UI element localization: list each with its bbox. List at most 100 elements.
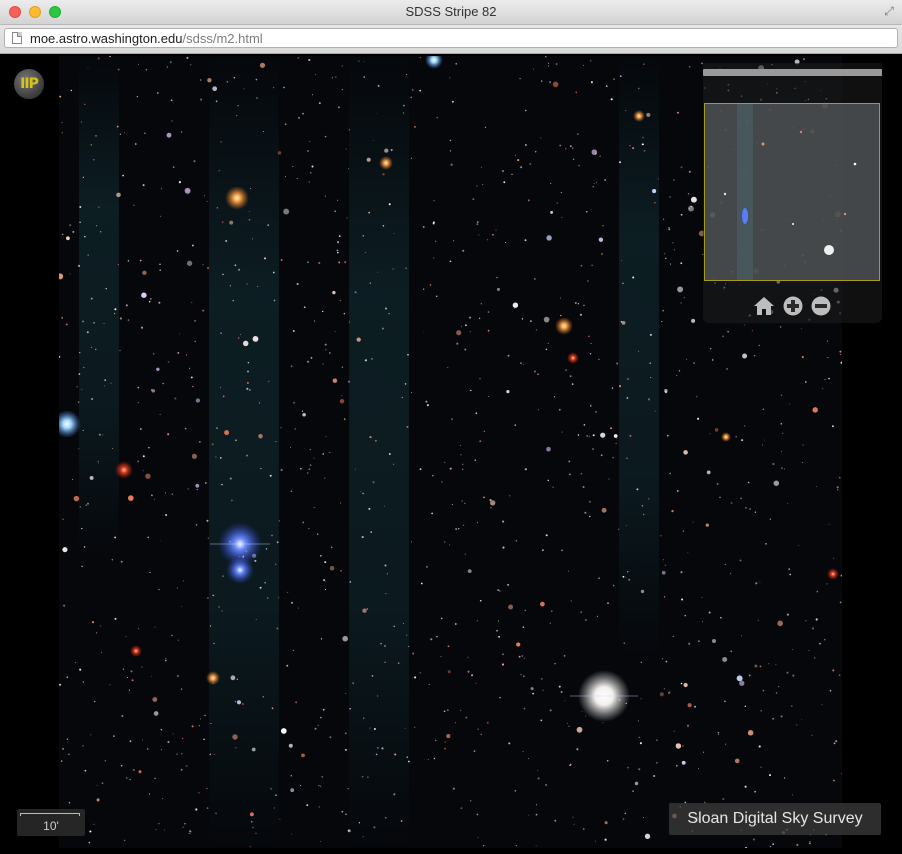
star — [177, 639, 179, 641]
star — [291, 833, 293, 835]
star — [297, 57, 299, 59]
image-viewer[interactable]: IIP 10' Sloan Digital Sky Survey — [2, 56, 900, 848]
star — [809, 840, 811, 842]
zoom-out-icon[interactable] — [810, 295, 832, 317]
star — [479, 440, 482, 443]
star — [583, 64, 584, 66]
nebula-streak — [209, 56, 279, 848]
star — [664, 564, 667, 566]
star — [724, 564, 726, 565]
star — [730, 650, 733, 653]
star — [120, 764, 123, 767]
star — [182, 826, 184, 828]
star — [234, 439, 237, 442]
star — [186, 260, 193, 266]
star — [669, 263, 672, 265]
zoom-in-icon[interactable] — [782, 295, 804, 317]
home-icon[interactable] — [753, 295, 775, 317]
star — [318, 261, 321, 265]
star — [258, 433, 263, 439]
star — [124, 839, 126, 841]
star — [665, 257, 667, 260]
star — [583, 828, 585, 830]
star — [673, 249, 676, 251]
star — [444, 541, 446, 543]
star — [207, 537, 209, 539]
star — [98, 433, 101, 436]
star — [81, 121, 83, 123]
star — [272, 271, 275, 274]
star — [592, 434, 595, 437]
star — [433, 757, 436, 760]
star — [613, 78, 615, 80]
star — [551, 610, 553, 612]
star — [495, 229, 497, 231]
star — [79, 221, 81, 224]
star — [148, 446, 150, 449]
star — [726, 367, 729, 370]
star — [104, 760, 106, 762]
star — [496, 287, 500, 291]
star — [306, 149, 309, 152]
star — [368, 211, 371, 214]
star — [242, 340, 249, 347]
navigation-drag-bar[interactable] — [703, 69, 882, 76]
star — [356, 337, 361, 342]
iip-logo[interactable]: IIP — [14, 69, 44, 99]
title-bar[interactable]: SDSS Stripe 82 ⤢ — [0, 0, 902, 25]
star — [87, 254, 89, 256]
star — [709, 347, 712, 350]
star — [200, 79, 202, 81]
star — [632, 147, 635, 150]
star — [347, 788, 349, 790]
star — [170, 99, 173, 102]
star — [343, 313, 345, 315]
navigation-thumbnail[interactable] — [704, 103, 880, 281]
star — [313, 506, 315, 509]
blue-star-ghost — [226, 556, 254, 584]
star — [558, 408, 561, 411]
star — [618, 385, 622, 388]
navigation-window[interactable] — [703, 63, 882, 323]
url-field[interactable]: moe.astro.washington.edu/sdss/m2.html — [4, 28, 898, 48]
star — [229, 220, 234, 225]
star — [79, 506, 81, 508]
star — [110, 382, 112, 384]
star — [195, 524, 198, 526]
star — [180, 606, 182, 607]
star — [198, 792, 200, 794]
star — [81, 565, 83, 568]
star — [662, 559, 664, 561]
star — [431, 512, 433, 515]
star — [498, 590, 501, 592]
star — [580, 264, 583, 267]
star — [502, 653, 504, 656]
star — [580, 611, 583, 614]
star — [224, 430, 230, 436]
star — [376, 113, 378, 115]
star — [218, 170, 220, 172]
star — [837, 489, 839, 491]
fullscreen-icon[interactable]: ⤢ — [882, 4, 896, 18]
star — [433, 257, 435, 259]
star — [190, 376, 193, 379]
star — [568, 570, 569, 572]
star — [198, 725, 200, 727]
star — [687, 703, 692, 708]
star — [534, 151, 537, 153]
star — [348, 129, 351, 131]
star — [247, 361, 250, 364]
star — [127, 260, 130, 262]
url-path: /sdss/m2.html — [182, 31, 263, 46]
star — [653, 774, 656, 778]
star — [520, 362, 522, 364]
star — [283, 86, 285, 89]
star — [336, 249, 339, 252]
star — [507, 354, 510, 357]
star — [91, 346, 93, 348]
star — [637, 720, 639, 722]
url-text[interactable]: moe.astro.washington.edu/sdss/m2.html — [30, 31, 263, 46]
star — [541, 80, 543, 82]
star — [682, 530, 685, 532]
star — [522, 626, 525, 628]
